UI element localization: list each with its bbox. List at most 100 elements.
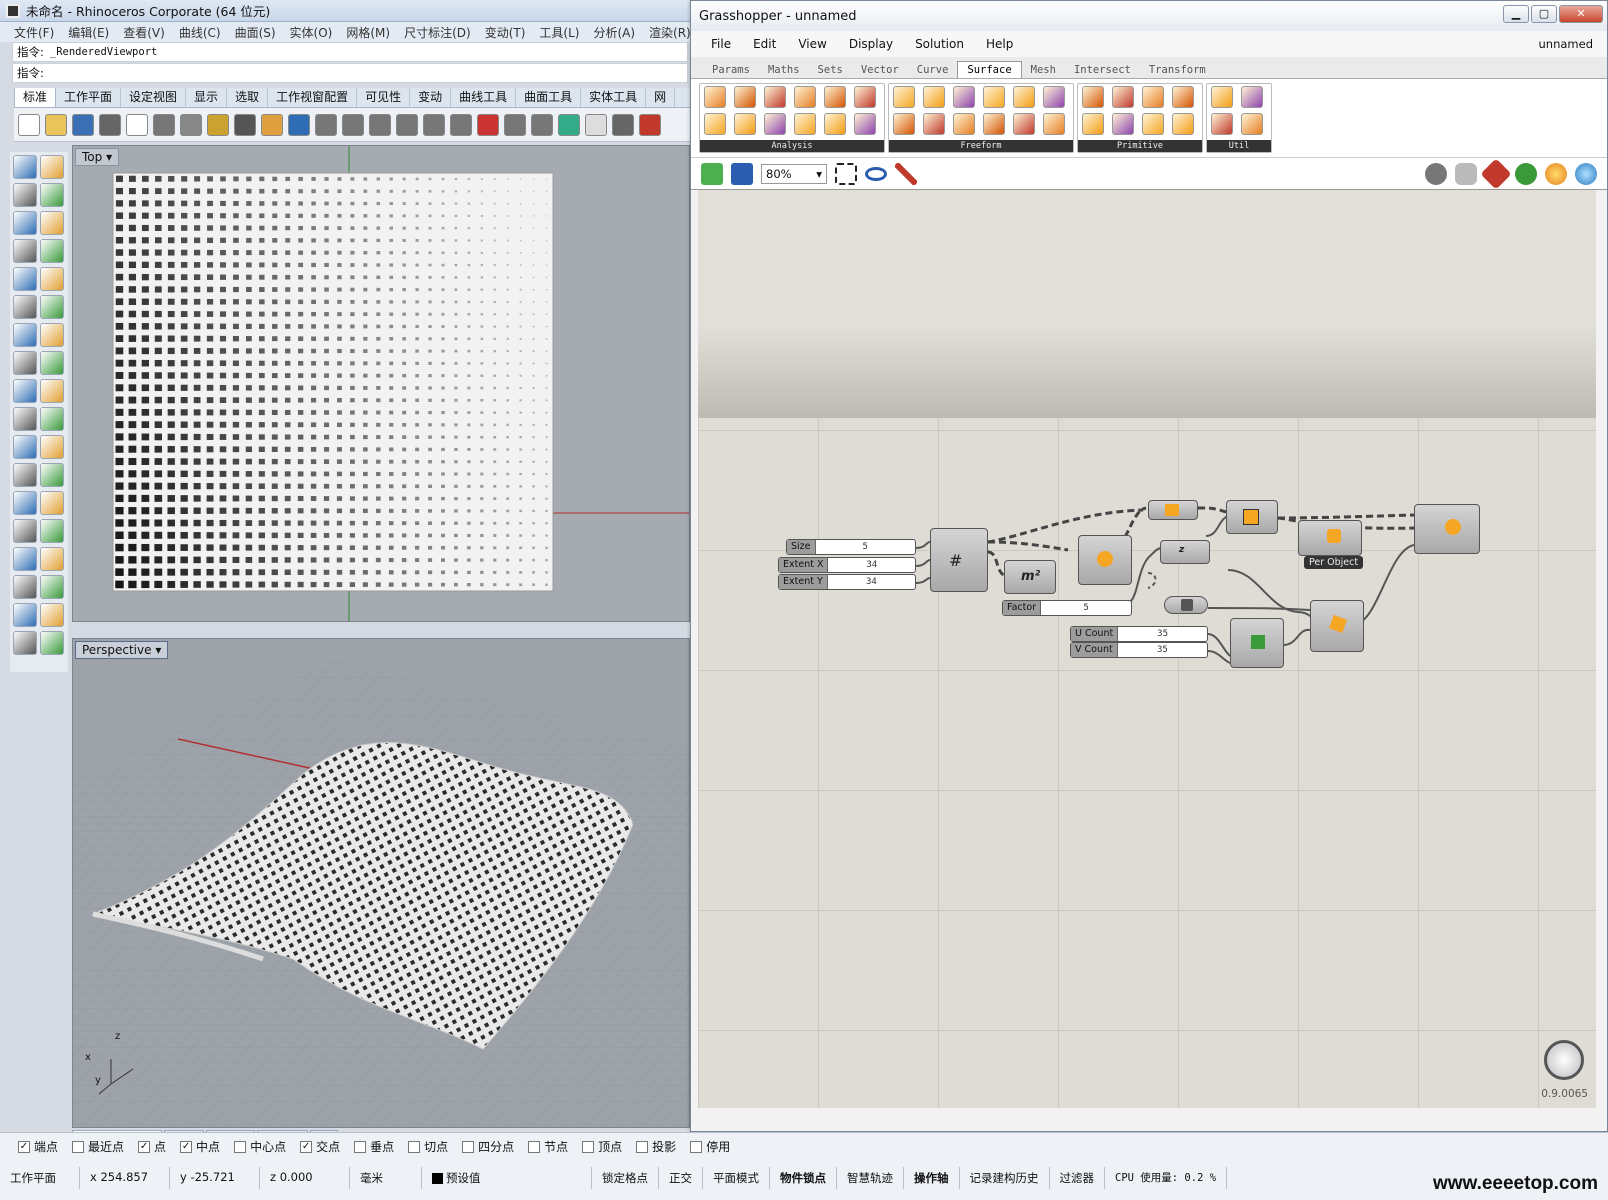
v-count-slider[interactable]: V Count 35 [1070, 642, 1208, 658]
status-gumball[interactable]: 操作轴 [904, 1167, 960, 1189]
evaluate-surface-component[interactable] [1148, 500, 1198, 520]
copy-page-icon[interactable] [126, 113, 148, 136]
open-file-icon[interactable] [701, 162, 723, 185]
rhino-tab-3[interactable]: 显示 [186, 88, 228, 107]
rhino-menu-item-2[interactable]: 查看(V) [123, 24, 165, 41]
navigation-compass-icon[interactable] [1544, 1040, 1584, 1080]
osnap-0[interactable]: ✓ 端点 [18, 1138, 58, 1155]
offset-icon[interactable] [13, 463, 37, 487]
osnap-10[interactable]: 顶点 [582, 1138, 622, 1155]
gh-tab-sets[interactable]: Sets [809, 62, 852, 78]
zoom-extents-icon[interactable] [835, 162, 857, 185]
freeform-component-4-icon[interactable] [953, 86, 975, 108]
gh-panel-label-util[interactable]: Util [1207, 140, 1271, 152]
zoom-select[interactable]: 80% ▾ [761, 163, 827, 184]
mesh-box-icon[interactable] [13, 547, 37, 571]
gh-tab-mesh[interactable]: Mesh [1022, 62, 1065, 78]
factor-slider[interactable]: Factor 5 [1002, 600, 1132, 616]
maximize-button[interactable]: ▢ [1531, 5, 1557, 23]
primitive-component-7-icon[interactable] [1172, 113, 1194, 135]
osnap-4[interactable]: 中心点 [234, 1138, 286, 1155]
rhino-tab-8[interactable]: 曲线工具 [451, 88, 517, 107]
freeform-component-6-icon[interactable] [983, 86, 1005, 108]
rhino-menu-item-11[interactable]: 渲染(R) [649, 24, 691, 41]
rhino-tab-7[interactable]: 变动 [410, 88, 452, 107]
util-component-3-icon[interactable] [1241, 113, 1263, 135]
rhino-menu-item-1[interactable]: 编辑(E) [68, 24, 109, 41]
open-folder-icon[interactable] [45, 113, 67, 136]
status-cplane[interactable]: 工作平面 [0, 1167, 80, 1189]
circle-tool-icon[interactable] [531, 113, 553, 136]
gh-menu-item-file[interactable]: File [711, 37, 731, 51]
rectangle-icon[interactable] [40, 239, 64, 263]
osnap-5[interactable]: ✓ 交点 [300, 1138, 340, 1155]
gh-menu-item-view[interactable]: View [798, 37, 826, 51]
circle-icon[interactable] [13, 211, 37, 235]
osnap-checkbox-0[interactable]: ✓ [18, 1140, 30, 1153]
dimension-icon[interactable] [40, 547, 64, 571]
save-file-icon[interactable] [731, 162, 753, 185]
primitive-component-0-icon[interactable] [1082, 86, 1104, 108]
primitive-component-1-icon[interactable] [1082, 113, 1104, 135]
rhino-menu-item-0[interactable]: 文件(F) [14, 24, 54, 41]
osnap-checkbox-7[interactable] [408, 1140, 421, 1153]
point-grid-icon[interactable] [558, 113, 580, 136]
surface-points-icon[interactable] [13, 295, 37, 319]
status-filter[interactable]: 过滤器 [1050, 1167, 1105, 1189]
gh-menu-item-display[interactable]: Display [849, 37, 893, 51]
primitive-component-2-icon[interactable] [1112, 86, 1134, 108]
osnap-6[interactable]: 垂点 [354, 1138, 394, 1155]
bake-component[interactable] [1414, 504, 1480, 554]
minimize-button[interactable]: ▁ [1503, 5, 1529, 23]
rhino-menu-item-10[interactable]: 分析(A) [593, 24, 635, 41]
command-prompt[interactable]: 指令: [12, 63, 688, 83]
status-history[interactable]: 记录建构历史 [960, 1167, 1050, 1189]
boolean-split-icon[interactable] [40, 435, 64, 459]
undo-icon[interactable] [234, 113, 256, 136]
analysis-component-2-icon[interactable] [734, 86, 756, 108]
new-file-icon[interactable] [18, 113, 40, 136]
text-icon[interactable] [13, 491, 37, 515]
rhino-menu-item-8[interactable]: 变动(T) [485, 24, 526, 41]
pan-hand-icon[interactable] [261, 113, 283, 136]
analysis-component-10-icon[interactable] [854, 86, 876, 108]
analysis-component-3-icon[interactable] [734, 113, 756, 135]
osnap-checkbox-11[interactable] [636, 1140, 649, 1153]
material-icon[interactable] [1545, 162, 1567, 185]
isotrim-component[interactable] [1310, 600, 1364, 652]
status-layer[interactable]: 预设值 [422, 1167, 592, 1189]
analysis-component-4-icon[interactable] [764, 86, 786, 108]
explode-icon[interactable] [13, 379, 37, 403]
status-smarttrack[interactable]: 智慧轨迹 [837, 1167, 904, 1189]
preview-shaded-icon[interactable] [1455, 162, 1477, 185]
primitive-component-6-icon[interactable] [1172, 86, 1194, 108]
solid-difference-component[interactable] [1298, 520, 1362, 556]
extrude-component[interactable] [1226, 500, 1278, 534]
rendered-view-icon[interactable] [504, 113, 526, 136]
scale-component[interactable] [1078, 535, 1132, 585]
rhino-tab-4[interactable]: 选取 [227, 88, 269, 107]
bake-icon[interactable] [1515, 162, 1537, 185]
osnap-2[interactable]: ✓ 点 [138, 1138, 166, 1155]
fillet-icon[interactable] [40, 267, 64, 291]
cut-icon[interactable] [153, 113, 175, 136]
osnap-12[interactable]: 停用 [690, 1138, 730, 1155]
analysis-component-1-icon[interactable] [704, 113, 726, 135]
box-icon[interactable] [13, 323, 37, 347]
util-component-1-icon[interactable] [1211, 113, 1233, 135]
rhino-tab-9[interactable]: 曲面工具 [516, 88, 582, 107]
light-bulb-icon[interactable] [585, 113, 607, 136]
align-icon[interactable] [40, 519, 64, 543]
rotate-view-icon[interactable] [288, 113, 310, 136]
zoom-icon[interactable] [315, 113, 337, 136]
gh-panel-label-freeform[interactable]: Freeform [889, 140, 1073, 152]
surface-param[interactable] [1164, 596, 1208, 614]
gh-panel-label-primitive[interactable]: Primitive [1078, 140, 1202, 152]
osnap-checkbox-6[interactable] [354, 1140, 367, 1153]
curve-icon[interactable] [40, 183, 64, 207]
zoom-selected-icon[interactable] [396, 113, 418, 136]
zoom-window-icon[interactable] [342, 113, 364, 136]
osnap-3[interactable]: ✓ 中点 [180, 1138, 220, 1155]
osnap-8[interactable]: 四分点 [462, 1138, 514, 1155]
square-grid-component[interactable]: # [930, 528, 988, 592]
